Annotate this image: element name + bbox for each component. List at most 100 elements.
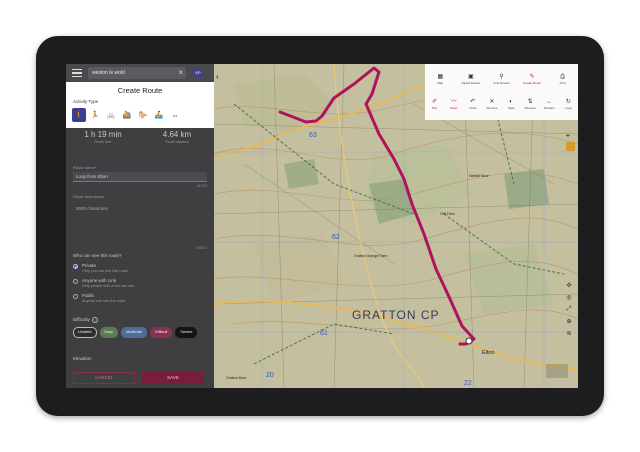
map-icon: ▦: [437, 74, 444, 80]
toolbar-remove-button[interactable]: ✕ Remove: [482, 98, 501, 110]
style-icon: ◐: [509, 99, 513, 105]
scale-bar: [546, 364, 568, 378]
difficulty-chip-severe[interactable]: Severe: [175, 327, 198, 338]
toolbar-label: Remove: [486, 106, 498, 110]
difficulty-chip-difficult[interactable]: Difficult: [150, 327, 173, 338]
elevation-label: Elevation: [73, 356, 92, 361]
undo-icon: ↶: [470, 99, 476, 105]
route-distance-value: 4.64 km: [162, 130, 192, 139]
radio-icon[interactable]: [73, 294, 78, 299]
toolbar-label: Undo: [469, 106, 477, 110]
map-side-controls: ✣ ◎ ⤢ ⊕ ≋: [562, 282, 576, 337]
difficulty-selector: Unrated Easy Moderate Difficult Severe: [73, 327, 198, 338]
target-icon[interactable]: ⊕: [562, 318, 576, 325]
fullscreen-icon[interactable]: ⤢: [562, 306, 576, 313]
create-route-card: Create Route Activity Type 🚶 🏃 🚲 🚵 🐎 🚣 •••: [66, 82, 214, 128]
route-description-input[interactable]: 5000 characters: [76, 206, 108, 211]
route-time-label: Route time: [94, 140, 112, 144]
place-label-gratton: Gratton Moor: [226, 376, 247, 380]
difficulty-chip-moderate[interactable]: Moderate: [120, 327, 148, 338]
activity-run-icon[interactable]: 🏃: [88, 108, 102, 122]
route-description-counter: 0/5000: [196, 246, 207, 250]
visibility-option-title: Private: [82, 263, 97, 268]
close-icon[interactable]: ×: [178, 67, 183, 79]
search-input[interactable]: weston le wold ×: [88, 67, 186, 79]
remove-icon: ✕: [489, 99, 495, 105]
difficulty-label-text: Difficulty: [73, 317, 90, 323]
toolbar-label: Loop: [565, 106, 572, 110]
toolbar-label: Map: [437, 81, 444, 85]
map-view[interactable]: ‹ 63 62 61 20 22 GRATTON CP Elton Gratto…: [214, 64, 578, 388]
toolbar-saved-routes-button[interactable]: ▣ Saved Routes: [460, 73, 481, 85]
difficulty-chip-unrated[interactable]: Unrated: [73, 327, 97, 338]
toolbar-print-button[interactable]: ⎙ Print: [552, 73, 573, 85]
activity-cycle-icon[interactable]: 🚲: [104, 108, 118, 122]
toolbar-label: Pen: [431, 106, 438, 110]
toolbar-loop-button[interactable]: ↻ Loop: [559, 98, 578, 110]
toolbar-row-drawing: ✐ Pen 〰 Draw ↶ Undo ✕ Remove ◐ Style ⇅ Reverse ← Retr…: [425, 98, 578, 110]
visibility-option-title: Public: [82, 293, 95, 298]
toolbar-undo-button[interactable]: ↶ Undo: [463, 98, 482, 110]
radio-selected-icon[interactable]: [73, 264, 78, 269]
route-name-label: Route name*: [73, 165, 97, 170]
toolbar-retrace-button[interactable]: ← Retrace: [540, 98, 559, 110]
create-route-panel: weston le wold × KP Create Route Activit…: [66, 64, 214, 388]
save-button[interactable]: SAVE: [142, 372, 204, 384]
grid-label-20: 20: [266, 372, 274, 379]
zoom-in-button[interactable]: +: [562, 130, 574, 141]
toolbar-label: Print: [559, 81, 566, 85]
radio-icon[interactable]: [73, 279, 78, 284]
print-icon: ⎙: [560, 74, 566, 80]
activity-horse-ride-icon[interactable]: 🐎: [136, 108, 150, 122]
route-name-input[interactable]: Loop from Elton: [73, 172, 207, 182]
create-route-icon: ✎: [529, 74, 535, 80]
layers-stack-icon[interactable]: ≋: [562, 330, 576, 337]
map-toolbar: ▦ Map ▣ Saved Routes ⚲ Find Routes ✎ Create Rou…: [425, 64, 578, 120]
route-name-counter: 15/100: [196, 184, 207, 188]
route-time-value: 1 h 19 min: [84, 130, 122, 139]
find-routes-icon: ⚲: [499, 74, 504, 80]
area-label: GRATTON CP: [352, 308, 440, 322]
grid-label-22: 22: [464, 380, 472, 387]
activity-walk-icon[interactable]: 🚶: [72, 108, 86, 122]
grid-label-61: 61: [320, 330, 328, 337]
toolbar-find-routes-button[interactable]: ⚲ Find Routes: [491, 73, 512, 85]
pen-icon: ✐: [432, 99, 438, 105]
toolbar-draw-button[interactable]: 〰 Draw: [444, 98, 463, 110]
chevron-left-icon[interactable]: ‹: [216, 72, 219, 81]
activity-paddle-icon[interactable]: 🚣: [152, 108, 166, 122]
menu-icon[interactable]: [72, 69, 82, 78]
layers-icon[interactable]: [566, 142, 575, 151]
toolbar-label: Reverse: [524, 106, 536, 110]
place-label-harthill: Harthill Moor: [469, 174, 489, 178]
toolbar-reverse-button[interactable]: ⇅ Reverse: [521, 98, 540, 110]
visibility-option-title: Anyone with Link: [82, 278, 117, 283]
locate-icon[interactable]: ◎: [562, 294, 576, 301]
app-screen: weston le wold × KP Create Route Activit…: [66, 64, 578, 388]
activity-other-icon[interactable]: •••: [168, 108, 182, 122]
visibility-option-subtitle: Only people with a link can see: [82, 284, 135, 288]
toolbar-label: Draw: [450, 106, 458, 110]
place-label-grange: Gratton Grange Farm: [354, 254, 388, 258]
compass-icon[interactable]: ✣: [562, 282, 576, 289]
toolbar-style-button[interactable]: ◐ Style: [502, 98, 521, 110]
search-value: weston le wold: [92, 70, 125, 76]
activity-type-label: Activity Type: [73, 99, 99, 104]
activity-mountain-bike-icon[interactable]: 🚵: [120, 108, 134, 122]
saved-routes-icon: ▣: [468, 74, 474, 80]
toolbar-pen-button[interactable]: ✐ Pen: [425, 98, 444, 110]
toolbar-label: Retrace: [544, 106, 555, 110]
retrace-icon: ←: [546, 99, 553, 105]
toolbar-map-button[interactable]: ▦ Map: [430, 73, 451, 85]
toolbar-create-route-button[interactable]: ✎ Create Route: [522, 73, 543, 85]
top-bar: weston le wold × KP: [66, 64, 214, 82]
panel-title: Create Route: [117, 86, 163, 95]
avatar[interactable]: KP: [192, 67, 204, 79]
info-icon[interactable]: i: [91, 317, 98, 323]
draw-icon: 〰: [450, 99, 457, 105]
cancel-button[interactable]: CANCEL: [73, 372, 135, 384]
visibility-question: Who can see this route?: [73, 253, 122, 258]
toolbar-label: Find Routes: [493, 81, 510, 85]
difficulty-chip-easy[interactable]: Easy: [99, 327, 118, 338]
toolbar-row-primary: ▦ Map ▣ Saved Routes ⚲ Find Routes ✎ Create Rou…: [425, 73, 578, 85]
